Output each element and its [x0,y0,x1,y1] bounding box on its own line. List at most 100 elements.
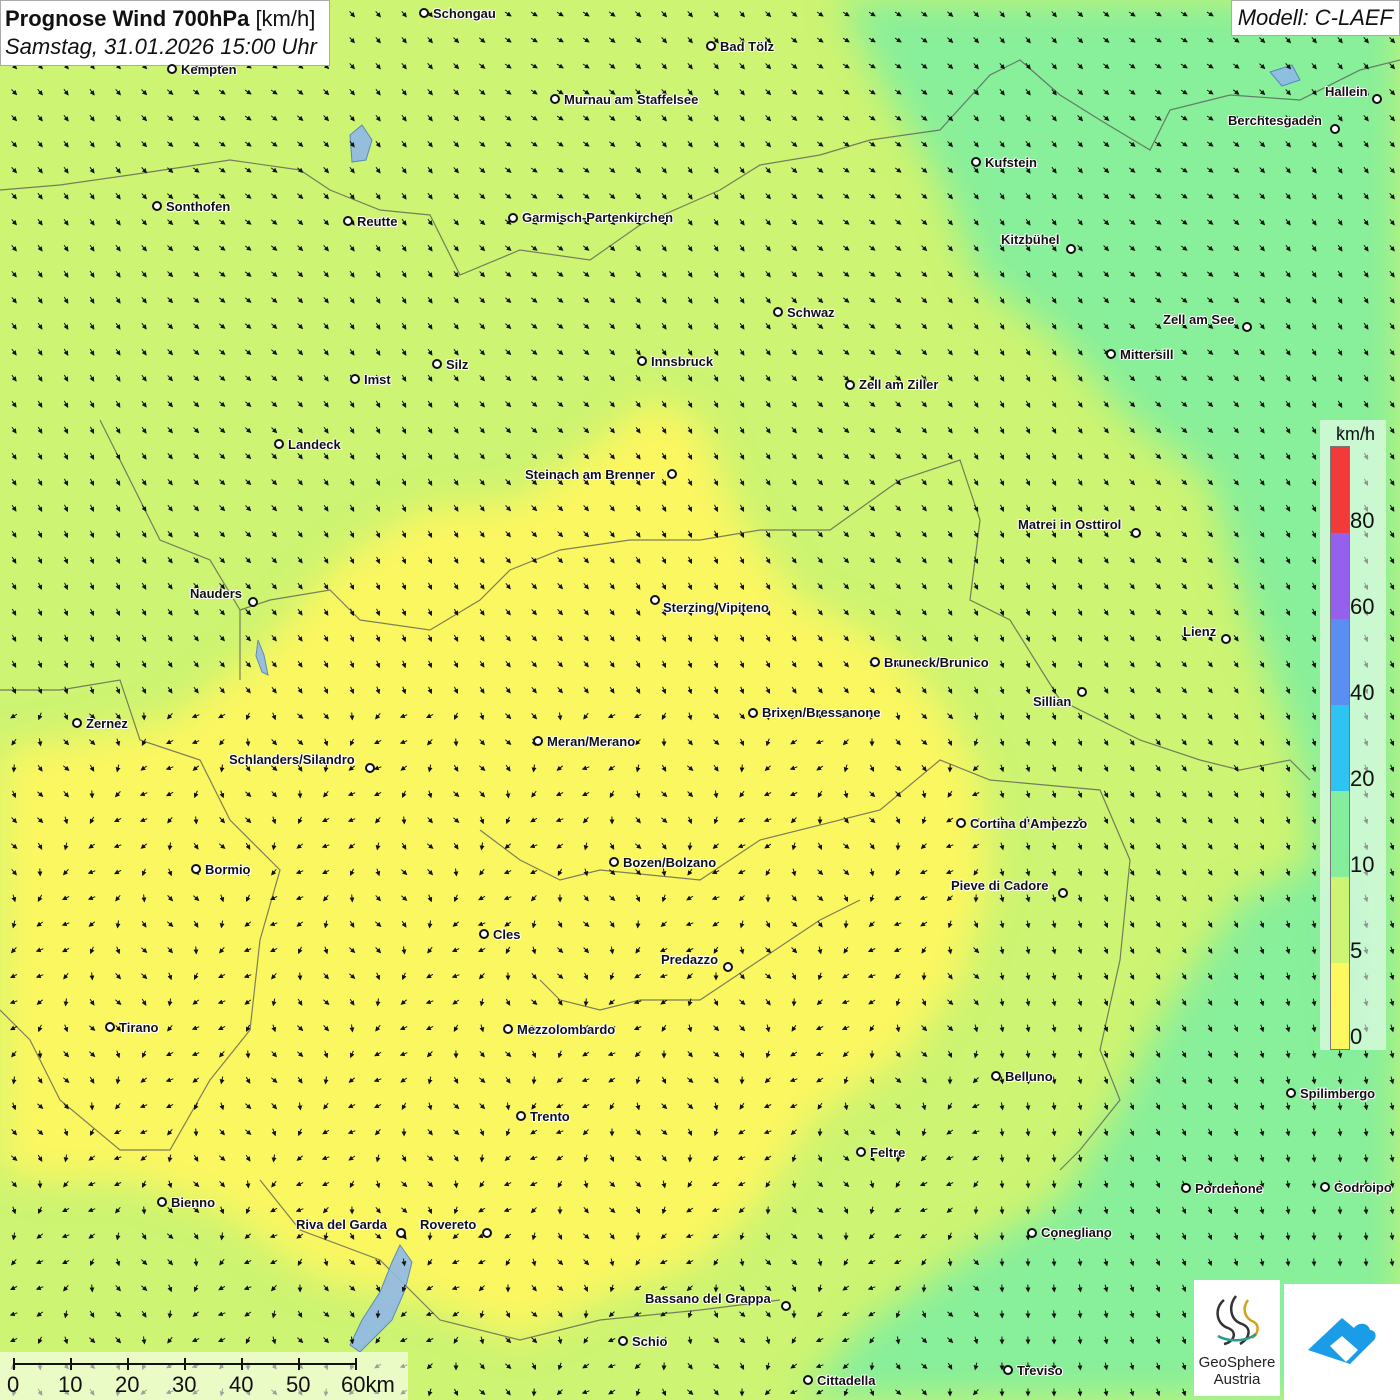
city-label-landeck: Landeck [288,437,341,452]
legend-class-80-plus [1331,447,1349,533]
wind-arrow [583,998,589,1007]
city-label-treviso: Treviso [1017,1363,1063,1378]
wind-arrow [1337,1232,1343,1241]
city-label-silz: Silz [446,357,469,372]
legend-class-10-20 [1331,791,1349,877]
city-label-lienz: Lienz [1183,624,1217,639]
legend-class-40-60 [1331,619,1349,705]
city-dot-innsbruck [637,356,647,366]
geosphere-wordmark: GeoSphere Austria [1194,1354,1280,1388]
city-dot-cles [479,929,489,939]
city-dot-bormio [191,864,201,874]
city-label-meran: Meran/Merano [547,734,636,749]
city-dot-lienz [1221,634,1231,644]
geosphere-emblem-icon [1216,1295,1259,1346]
scale-bar: 0 10 20 30 40 50 60km [0,1352,408,1400]
wind-arrow [1311,1232,1317,1241]
city-dot-brixen [748,708,758,718]
city-dot-pordenone [1181,1183,1191,1193]
city-dot-bad-toelz [706,41,716,51]
legend-class-5-10 [1331,877,1349,963]
scale-label-20: 20 [115,1372,140,1397]
wind-arrow [349,894,355,903]
wind-arrow [531,1076,537,1085]
legend-label-20: 20 [1350,766,1375,791]
title-box: Prognose Wind 700hPa [km/h] Samstag, 31.… [0,0,330,66]
city-label-matrei: Matrei in Osttirol [1018,517,1122,532]
city-dot-steinach [667,469,677,479]
title-main: Prognose Wind 700hPa [5,6,250,31]
scale-label-60km: 60km [341,1372,395,1397]
geosphere-logo[interactable]: GeoSphere Austria [1194,1280,1280,1396]
city-dot-zell-am-see [1242,322,1252,332]
city-label-sonthofen: Sonthofen [166,199,231,214]
wind-arrow [349,712,355,721]
wind-arrow [1051,1284,1057,1293]
city-dot-kitzbuehel [1066,244,1076,254]
city-dot-berchtesgaden [1330,124,1340,134]
legend-label-40: 40 [1350,680,1375,705]
city-label-predazzo: Predazzo [661,952,719,967]
city-dot-pieve [1058,888,1068,898]
city-dot-kempten [167,64,177,74]
wind-arrow [1025,1206,1031,1215]
city-dot-silz [432,359,442,369]
wind-arrow [453,738,459,747]
city-dot-sillian [1077,687,1087,697]
city-dot-murnau [550,94,560,104]
city-label-bad-toelz: Bad Tölz [720,39,775,54]
city-dot-reutte [343,216,353,226]
city-label-imst: Imst [364,372,391,387]
city-dot-bozen [609,857,619,867]
city-label-feltre: Feltre [870,1145,906,1160]
legend-label-60: 60 [1350,594,1375,619]
wind-arrow [401,816,407,825]
city-dot-nauders [248,597,258,607]
wind-arrow [479,1154,485,1163]
model-label: Modell: C-LAEF [1230,0,1400,36]
city-dot-imst [350,374,360,384]
wind-arrow [89,1102,95,1111]
city-dot-treviso [1003,1365,1013,1375]
legend-label-80: 80 [1350,508,1375,533]
wind-arrow [1311,1258,1317,1267]
wind-arrow [973,1206,979,1215]
wind-arrow [37,1180,43,1189]
city-label-pordenone: Pordenone [1195,1181,1263,1196]
city-label-bassano: Bassano del Grappa [645,1291,771,1306]
wind-arrow [921,1284,927,1293]
wind-arrow [1337,1206,1343,1215]
city-label-sterzing: Sterzing/Vipiteno [663,600,769,615]
city-dot-trento [516,1111,526,1121]
app-roof-icon [1308,1318,1376,1364]
weather-app-logo[interactable] [1284,1284,1400,1400]
wind-map: Prognose Wind 700hPa [km/h] Samstag, 31.… [0,0,1400,1400]
city-label-pieve: Pieve di Cadore [951,878,1049,893]
city-label-bruneck: Bruneck/Brunico [884,655,989,670]
city-label-schlanders: Schlanders/Silandro [229,752,355,767]
city-dot-schongau [419,8,429,18]
city-dot-kufstein [971,157,981,167]
legend-class-60-80 [1331,533,1349,619]
city-label-brixen: Brixen/Bressanone [762,705,881,720]
city-label-bienno: Bienno [171,1195,216,1210]
city-dot-sonthofen [152,201,162,211]
city-label-bormio: Bormio [205,862,251,877]
city-label-rovereto: Rovereto [420,1217,477,1232]
city-dot-codroipo [1320,1182,1330,1192]
city-label-spilimbergo: Spilimbergo [1300,1086,1376,1101]
geosphere-wordmark-line1: GeoSphere [1198,1354,1276,1371]
city-dot-rovereto [482,1228,492,1238]
city-dot-schwaz [773,307,783,317]
city-label-zell-am-see: Zell am See [1163,312,1235,327]
city-label-steinach: Steinach am Brenner [525,467,656,482]
legend-unit: km/h [1336,424,1376,444]
city-dot-mittersill [1106,349,1116,359]
city-label-cittadella: Cittadella [817,1373,876,1388]
city-dot-cortina [956,818,966,828]
city-label-schongau: Schongau [433,6,496,21]
wind-arrow [427,1232,433,1241]
city-label-codroipo: Codroipo [1334,1180,1392,1195]
scale-label-40: 40 [229,1372,254,1397]
city-label-hallein: Hallein [1325,84,1368,99]
